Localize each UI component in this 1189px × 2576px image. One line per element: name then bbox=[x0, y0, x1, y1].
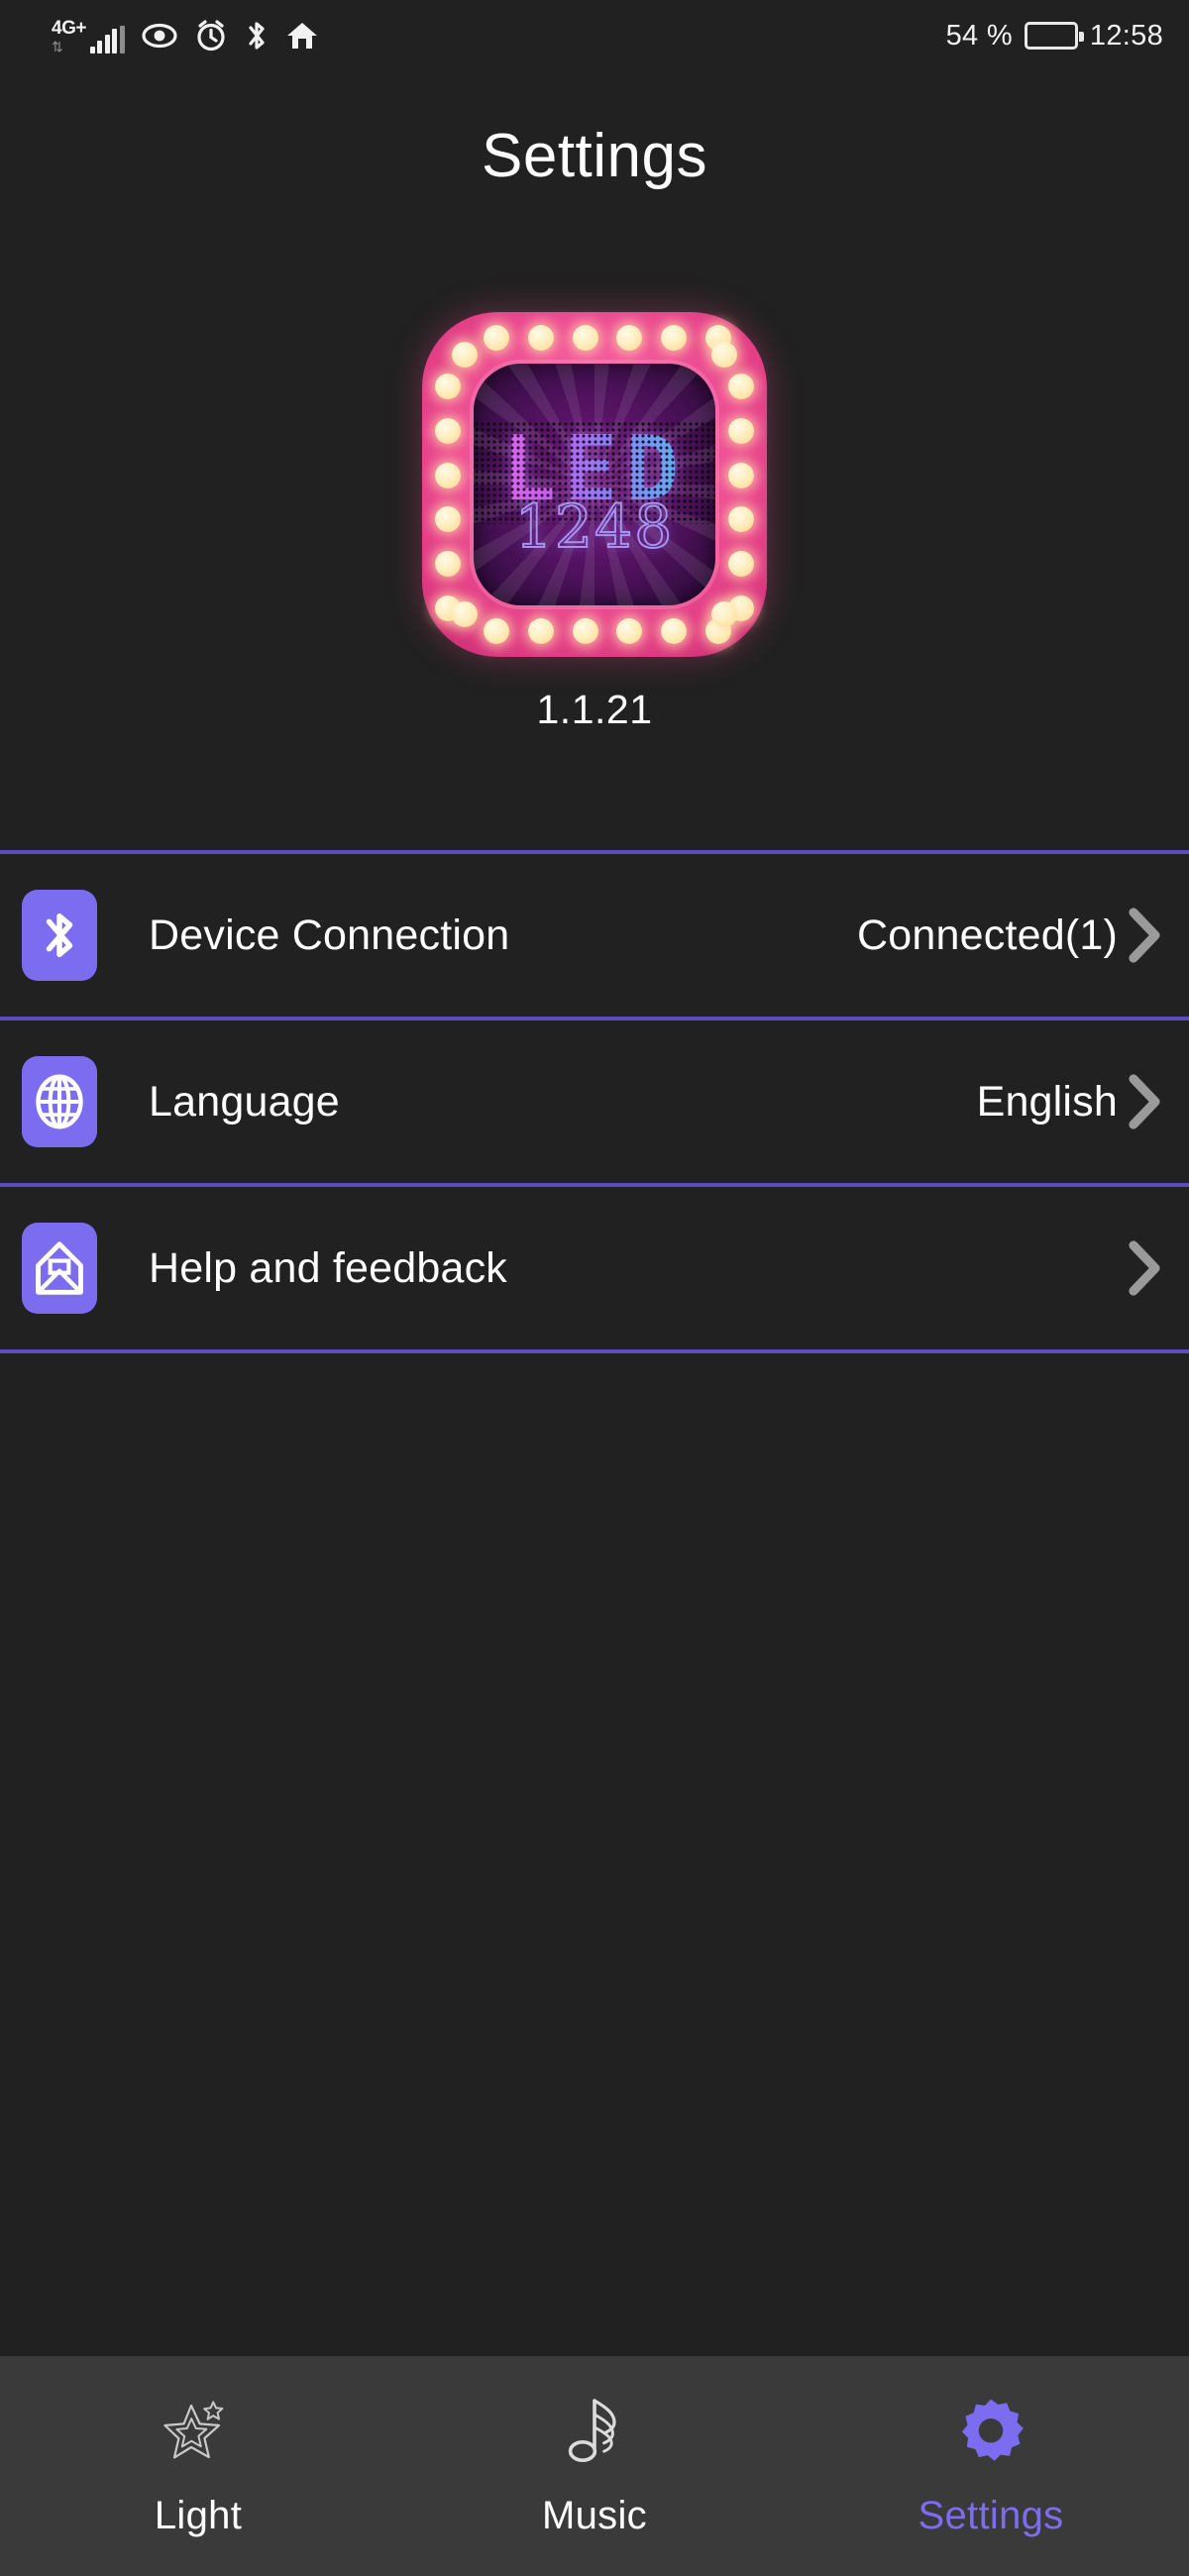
marquee-bulb bbox=[728, 417, 754, 444]
marquee-bulb bbox=[728, 506, 754, 533]
bluetooth-icon bbox=[22, 890, 97, 981]
envelope-icon bbox=[22, 1223, 97, 1314]
marquee-bulb bbox=[728, 551, 754, 578]
app-logo-area: LED 1248 1.1.21 bbox=[0, 312, 1189, 733]
status-bar-right: 54 % 12:58 bbox=[946, 20, 1163, 53]
marquee-bulb bbox=[484, 618, 509, 644]
setting-value: Connected(1) bbox=[857, 911, 1118, 959]
app-version-label: 1.1.21 bbox=[536, 687, 653, 732]
marquee-bulb bbox=[572, 618, 598, 644]
status-bar: 4G+ ⇅ 54 % 12:58 bbox=[0, 0, 1189, 71]
marquee-bulb bbox=[435, 374, 461, 399]
marquee-bulb bbox=[661, 325, 688, 351]
nav-label-music: Music bbox=[542, 2493, 647, 2537]
chevron-right-icon[interactable] bbox=[1124, 1071, 1167, 1132]
setting-value: English bbox=[976, 1077, 1118, 1126]
setting-label: Help and feedback bbox=[149, 1243, 507, 1292]
settings-list: Device Connection Connected(1) Language … bbox=[0, 850, 1189, 1353]
globe-icon bbox=[22, 1056, 97, 1147]
marquee-bulb bbox=[728, 462, 754, 488]
bluetooth-icon bbox=[244, 19, 270, 53]
data-transfer-arrows-icon: ⇅ bbox=[52, 38, 63, 54]
eye-icon bbox=[141, 21, 178, 51]
music-note-icon bbox=[561, 2395, 628, 2468]
marquee-bulb bbox=[711, 601, 737, 627]
signal-bars-icon bbox=[89, 25, 125, 54]
marquee-bulb bbox=[572, 325, 598, 351]
marquee-bulb bbox=[711, 342, 737, 368]
battery-icon bbox=[1024, 22, 1084, 50]
battery-percent-label: 54 % bbox=[945, 19, 1013, 52]
app-logo: LED 1248 bbox=[422, 312, 767, 657]
setting-label: Language bbox=[149, 1077, 340, 1126]
setting-label: Device Connection bbox=[149, 911, 510, 959]
star-outline-icon bbox=[162, 2395, 234, 2468]
network-status: 4G+ ⇅ bbox=[52, 19, 125, 54]
marquee-bulb bbox=[435, 506, 461, 533]
content-spacer bbox=[0, 1353, 1189, 2356]
app-logo-interior: LED 1248 bbox=[474, 364, 715, 605]
marquee-bulb bbox=[452, 601, 478, 627]
clock-label: 12:58 bbox=[1089, 19, 1163, 52]
marquee-bulb bbox=[728, 374, 754, 399]
nav-item-light[interactable]: Light bbox=[0, 2356, 396, 2576]
alarm-clock-icon bbox=[194, 19, 228, 53]
marquee-bulb bbox=[527, 618, 554, 644]
gear-icon bbox=[956, 2395, 1026, 2468]
chevron-right-icon[interactable] bbox=[1124, 1237, 1167, 1299]
logo-number-text: 1248 bbox=[514, 491, 675, 563]
marquee-bulb bbox=[435, 551, 461, 578]
marquee-bulb bbox=[484, 325, 509, 351]
bottom-navigation-bar: Light Music Settings bbox=[0, 2356, 1189, 2576]
chevron-right-icon[interactable] bbox=[1124, 905, 1167, 966]
marquee-bulb bbox=[435, 417, 461, 444]
nav-label-light: Light bbox=[154, 2493, 243, 2537]
nav-item-settings[interactable]: Settings bbox=[793, 2356, 1189, 2576]
marquee-bulb bbox=[616, 618, 643, 644]
setting-row-device-connection[interactable]: Device Connection Connected(1) bbox=[0, 854, 1189, 1020]
app-screen: 4G+ ⇅ 54 % 12:58 Settings LED 1248 1.1.2… bbox=[0, 0, 1189, 2576]
marquee-bulb bbox=[661, 618, 688, 644]
home-icon bbox=[285, 20, 319, 52]
setting-row-help-and-feedback[interactable]: Help and feedback bbox=[0, 1187, 1189, 1353]
nav-item-music[interactable]: Music bbox=[396, 2356, 793, 2576]
nav-label-settings: Settings bbox=[918, 2493, 1064, 2537]
page-title: Settings bbox=[481, 122, 708, 190]
setting-row-language[interactable]: Language English bbox=[0, 1020, 1189, 1187]
marquee-bulb bbox=[527, 325, 554, 351]
status-bar-left: 4G+ ⇅ bbox=[52, 19, 319, 54]
marquee-bulb bbox=[435, 462, 461, 488]
network-text: 4G+ ⇅ bbox=[52, 19, 86, 54]
marquee-bulb bbox=[616, 325, 643, 351]
marquee-bulb bbox=[452, 342, 478, 368]
network-generation-label: 4G+ bbox=[52, 17, 86, 39]
